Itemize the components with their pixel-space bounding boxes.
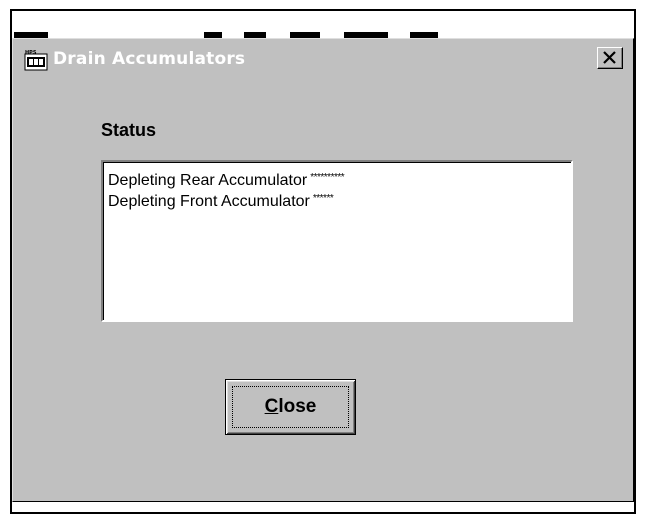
title-bar[interactable]: HPS Drain Accumulators [15,41,631,81]
dialog-title: Drain Accumulators [53,49,246,69]
status-line-text: Depleting Front Accumulator [108,193,310,210]
close-button[interactable]: Close [225,379,356,435]
hps-app-icon: HPS [24,49,48,71]
drain-accumulators-dialog: HPS Drain Accumulators Status Depleting … [12,38,634,502]
close-button-label: Close [226,396,355,418]
page: HPS Drain Accumulators Status Depleting … [0,0,648,525]
status-label: Status [101,120,157,140]
status-list: Depleting Rear Accumulator ********** Dep… [101,160,573,322]
close-window-button[interactable] [597,47,623,69]
progress-marks: ********** [310,172,345,183]
close-mnemonic: C [264,396,279,417]
progress-marks: ****** [312,193,334,204]
status-line-rear: Depleting Rear Accumulator ********** [108,169,571,190]
status-line-front: Depleting Front Accumulator ****** [108,190,571,211]
close-label-rest: lose [278,396,317,417]
svg-text:HPS: HPS [25,50,37,56]
status-line-text: Depleting Rear Accumulator [108,172,308,189]
